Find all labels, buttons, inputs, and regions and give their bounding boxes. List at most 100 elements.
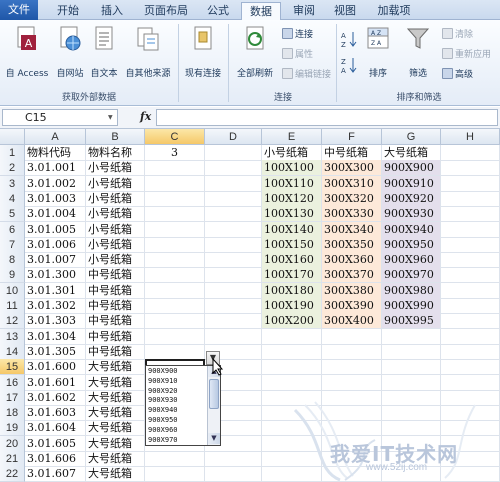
tab-page-layout[interactable]: 页面布局 — [137, 2, 195, 20]
cell-f12[interactable]: 300X400 — [322, 313, 382, 330]
cell-e5[interactable]: 100X130 — [262, 206, 322, 223]
cell-c10[interactable] — [145, 282, 205, 299]
cell-d8[interactable] — [205, 252, 262, 269]
cell-d4[interactable] — [205, 190, 262, 207]
dropdown-option[interactable]: 900X900 — [148, 367, 178, 376]
dropdown-option[interactable]: 900X970 — [148, 436, 178, 445]
name-box-dropdown-icon[interactable]: ▼ — [108, 114, 113, 121]
cell-b21[interactable]: 大号纸箱 — [86, 451, 145, 467]
cell-c1[interactable]: 3 — [145, 145, 205, 161]
column-header-b[interactable]: B — [86, 129, 145, 145]
row-header-13[interactable]: 13 — [0, 328, 25, 345]
cell-f2[interactable]: 300X300 — [322, 160, 382, 177]
cell-f7[interactable]: 300X350 — [322, 236, 382, 253]
cell-g10[interactable]: 900X980 — [382, 282, 441, 299]
cell-b8[interactable]: 小号纸箱 — [86, 252, 145, 269]
cell-g15[interactable] — [382, 359, 441, 376]
reapply-button[interactable]: 重新应用 — [442, 48, 491, 63]
sort-descending-button[interactable]: Z A — [340, 56, 358, 77]
cell-b1[interactable]: 物料名称 — [86, 145, 145, 161]
cell-f14[interactable] — [322, 343, 382, 360]
row-header-8[interactable]: 8 — [0, 252, 25, 269]
column-header-f[interactable]: F — [322, 129, 382, 145]
cell-b14[interactable]: 中号纸箱 — [86, 343, 145, 360]
row-header-22[interactable]: 22 — [0, 466, 25, 482]
row-header-6[interactable]: 6 — [0, 221, 25, 238]
from-text-button[interactable]: 自文本 — [87, 26, 121, 79]
cell-g6[interactable]: 900X940 — [382, 221, 441, 238]
properties-button[interactable]: 属性 — [282, 48, 313, 63]
validation-dropdown-list[interactable]: 900X900 900X910 900X920 900X930 900X940 900X9… — [145, 365, 221, 446]
row-header-19[interactable]: 19 — [0, 420, 25, 437]
cell-h11[interactable] — [441, 298, 500, 314]
scroll-thumb[interactable] — [209, 379, 219, 409]
cell-h9[interactable] — [441, 267, 500, 284]
cell-h12[interactable] — [441, 313, 500, 330]
cell-d6[interactable] — [205, 221, 262, 238]
row-header-17[interactable]: 17 — [0, 389, 25, 406]
row-header-11[interactable]: 11 — [0, 298, 25, 314]
cell-a14[interactable]: 3.01.305 — [25, 343, 86, 360]
cell-b17[interactable]: 大号纸箱 — [86, 389, 145, 406]
cell-c6[interactable] — [145, 221, 205, 238]
cell-a19[interactable]: 3.01.604 — [25, 420, 86, 437]
cell-d1[interactable] — [205, 145, 262, 161]
cell-e13[interactable] — [262, 328, 322, 345]
tab-addins[interactable]: 加载项 — [370, 2, 418, 20]
sort-button[interactable]: A Z Z A 排序 — [364, 26, 392, 79]
cell-a10[interactable]: 3.01.301 — [25, 282, 86, 299]
filter-button[interactable]: 筛选 — [404, 26, 432, 79]
cell-g13[interactable] — [382, 328, 441, 345]
cell-g14[interactable] — [382, 343, 441, 360]
cell-a2[interactable]: 3.01.001 — [25, 160, 86, 177]
cell-e16[interactable] — [262, 374, 322, 391]
row-header-9[interactable]: 9 — [0, 267, 25, 284]
insert-function-icon[interactable]: fx — [140, 110, 151, 123]
tab-file[interactable]: 文件 — [0, 0, 38, 20]
cell-f5[interactable]: 300X330 — [322, 206, 382, 223]
cell-a16[interactable]: 3.01.601 — [25, 374, 86, 391]
cell-d3[interactable] — [205, 175, 262, 192]
cell-b10[interactable]: 中号纸箱 — [86, 282, 145, 299]
cell-g4[interactable]: 900X920 — [382, 190, 441, 207]
cell-d10[interactable] — [205, 282, 262, 299]
cell-h7[interactable] — [441, 236, 500, 253]
existing-connections-button[interactable]: 现有连接 — [180, 26, 226, 79]
cell-h16[interactable] — [441, 374, 500, 391]
cell-h3[interactable] — [441, 175, 500, 192]
cell-c12[interactable] — [145, 313, 205, 330]
cell-b13[interactable]: 中号纸箱 — [86, 328, 145, 345]
tab-formulas[interactable]: 公式 — [200, 2, 236, 20]
cell-c4[interactable] — [145, 190, 205, 207]
cell-f11[interactable]: 300X390 — [322, 298, 382, 314]
cell-b4[interactable]: 小号纸箱 — [86, 190, 145, 207]
cell-a13[interactable]: 3.01.304 — [25, 328, 86, 345]
row-header-21[interactable]: 21 — [0, 451, 25, 467]
cell-f4[interactable]: 300X320 — [322, 190, 382, 207]
dropdown-option[interactable]: 900X960 — [148, 426, 178, 435]
cell-e9[interactable]: 100X170 — [262, 267, 322, 284]
row-header-16[interactable]: 16 — [0, 374, 25, 391]
cell-b3[interactable]: 小号纸箱 — [86, 175, 145, 192]
cell-c5[interactable] — [145, 206, 205, 223]
clear-filter-button[interactable]: 清除 — [442, 28, 473, 43]
cell-h15[interactable] — [441, 359, 500, 376]
cell-c14[interactable] — [145, 343, 205, 360]
cell-f6[interactable]: 300X340 — [322, 221, 382, 238]
cell-c11[interactable] — [145, 298, 205, 314]
cell-a17[interactable]: 3.01.602 — [25, 389, 86, 406]
dropdown-scrollbar[interactable]: ▲ ▼ — [207, 366, 220, 445]
cell-c9[interactable] — [145, 267, 205, 284]
cell-g12[interactable]: 900X995 — [382, 313, 441, 330]
advanced-filter-button[interactable]: 高级 — [442, 68, 473, 83]
cell-a12[interactable]: 3.01.303 — [25, 313, 86, 330]
cell-h14[interactable] — [441, 343, 500, 360]
row-header-18[interactable]: 18 — [0, 405, 25, 422]
cell-g9[interactable]: 900X970 — [382, 267, 441, 284]
scroll-down-button[interactable]: ▼ — [208, 433, 220, 444]
cell-g3[interactable]: 900X910 — [382, 175, 441, 192]
cell-g16[interactable] — [382, 374, 441, 391]
column-header-e[interactable]: E — [262, 129, 322, 145]
cell-e3[interactable]: 100X110 — [262, 175, 322, 192]
cell-b7[interactable]: 小号纸箱 — [86, 236, 145, 253]
